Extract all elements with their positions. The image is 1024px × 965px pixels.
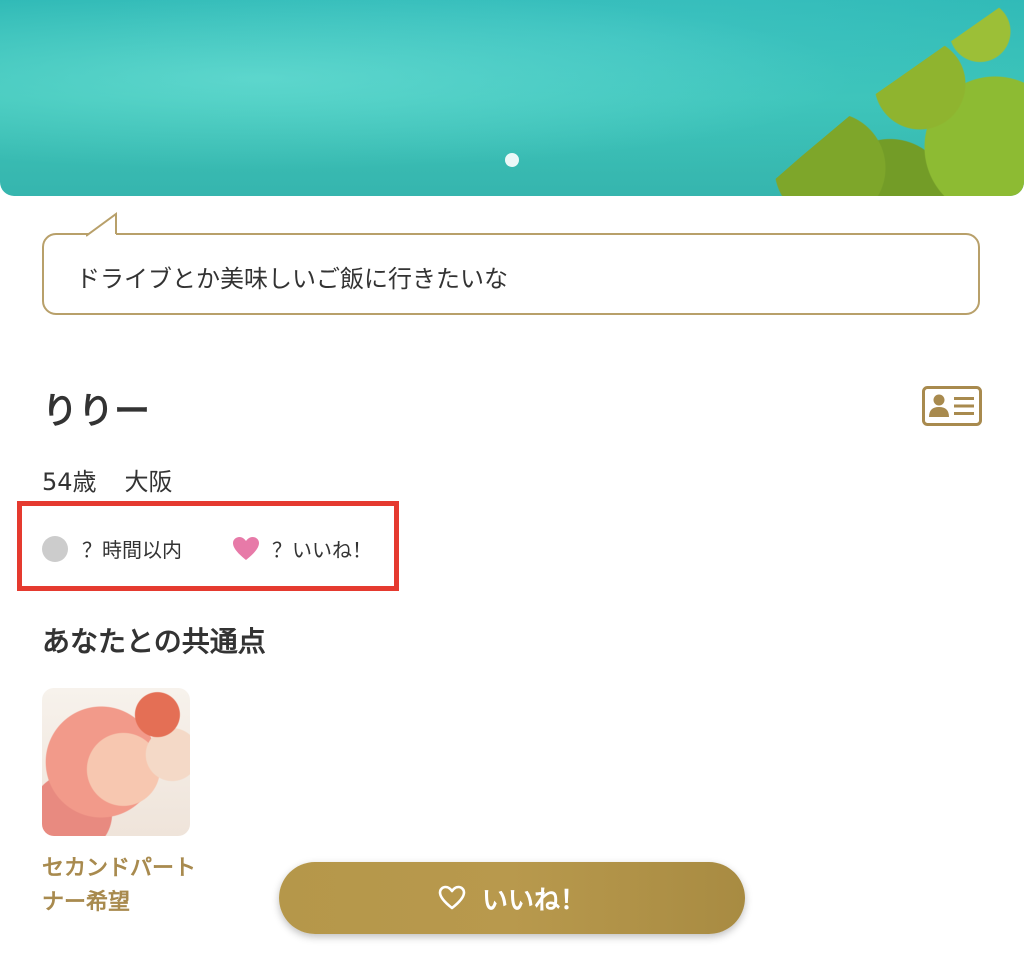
carousel-indicator-dot[interactable] [505, 153, 519, 167]
message-bubble-text: ドライブとか美味しいご飯に行きたいな [76, 265, 508, 293]
likes-status-text: ？いいね！ [272, 538, 372, 562]
login-status-text: ？時間以内 [82, 538, 182, 562]
login-status: ？時間以内 [42, 534, 182, 563]
heart-outline-icon [438, 885, 466, 910]
community-thumbnail[interactable] [42, 688, 190, 836]
profile-name: りりー [42, 391, 151, 432]
likes-status: ？いいね！ [232, 534, 372, 563]
profile-meta: 54歳 大阪 [42, 462, 201, 497]
status-dot-icon [42, 535, 68, 562]
profile-location: 大阪 [124, 468, 173, 496]
profile-page: ドライブとか美味しいご飯に行きたいな りりー 54歳 大阪 ？時間以内 ？いいね！… [0, 0, 1024, 965]
like-button-label: いいね！ [481, 885, 586, 916]
message-bubble: ドライブとか美味しいご飯に行きたいな [42, 233, 980, 315]
speech-bubble-tail-cover [86, 212, 117, 237]
like-button[interactable]: いいね！ [279, 862, 745, 934]
profile-card-icon[interactable] [922, 386, 982, 426]
profile-photo-carousel[interactable] [0, 0, 1024, 196]
photo-foliage [740, 0, 1024, 196]
community-label[interactable]: セカンドパートナー希望 [42, 852, 212, 920]
common-points-title: あなたとの共通点 [42, 625, 266, 658]
profile-age: 54歳 [42, 468, 97, 496]
heart-icon [233, 536, 259, 560]
